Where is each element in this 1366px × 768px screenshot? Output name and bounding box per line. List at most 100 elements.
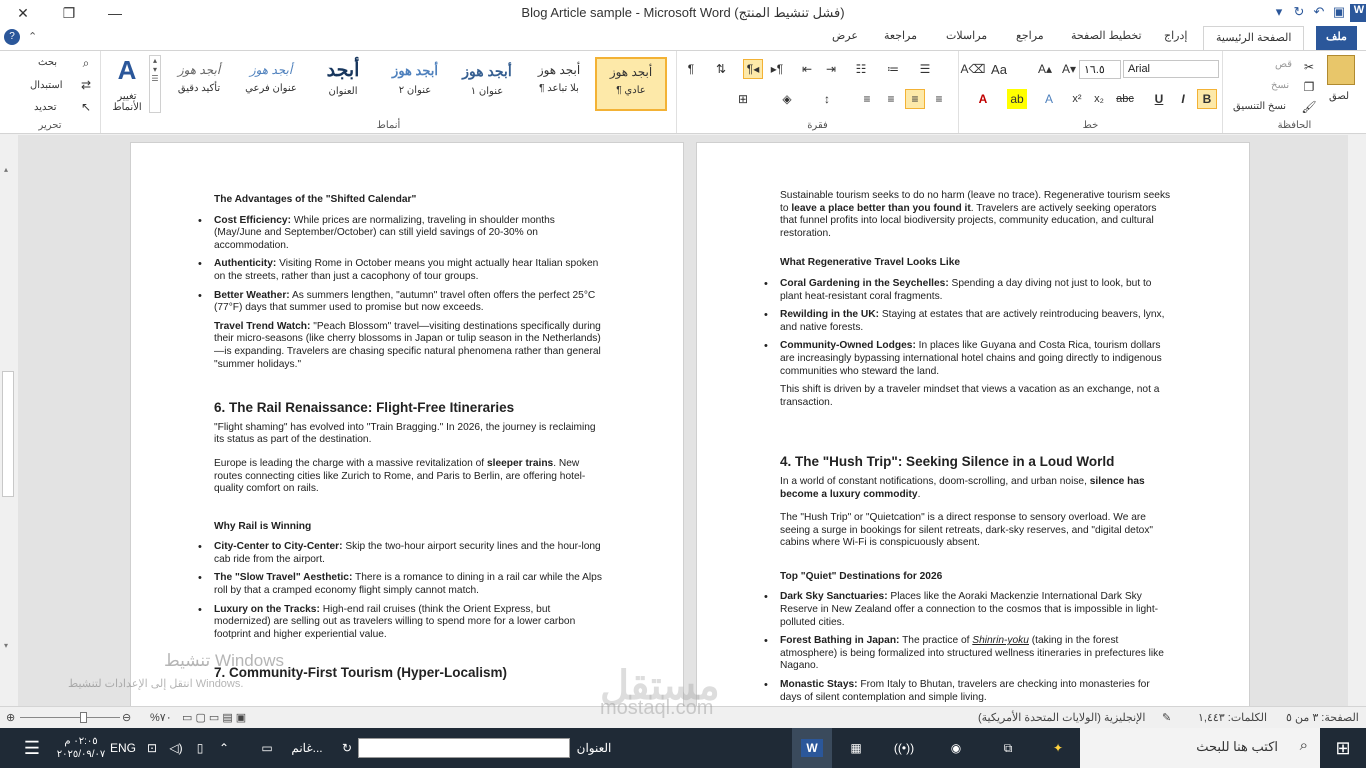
multilevel-list-icon[interactable]: ☷ bbox=[851, 59, 871, 79]
style-subtitle[interactable]: أبجد هوز عنوان فرعي bbox=[235, 57, 307, 111]
align-center-icon[interactable]: ≡ bbox=[905, 89, 925, 109]
redo-icon[interactable]: ↻ bbox=[1290, 4, 1308, 22]
replace-button[interactable]: استبدال bbox=[30, 80, 63, 91]
borders-icon[interactable]: ⊞ bbox=[733, 89, 753, 109]
format-painter-button[interactable]: نسخ التنسيق bbox=[1233, 101, 1286, 112]
network-icon[interactable]: ⊡ bbox=[140, 728, 164, 768]
tab-mailings[interactable]: مراسلات bbox=[946, 29, 987, 42]
bullets-icon[interactable]: ☰ bbox=[915, 59, 935, 79]
zoom-slider-thumb[interactable] bbox=[80, 712, 87, 723]
align-left-icon[interactable]: ≡ bbox=[881, 89, 901, 109]
taskbar-app-icon[interactable]: ▭ bbox=[252, 728, 282, 768]
strikethrough-icon[interactable]: abc bbox=[1115, 89, 1135, 109]
undo-icon[interactable]: ↶ bbox=[1310, 4, 1328, 22]
zoom-in-icon[interactable]: ⊕ bbox=[6, 711, 15, 724]
zoom-out-icon[interactable]: ⊖ bbox=[122, 711, 131, 724]
copy-icon[interactable]: ❐ bbox=[1299, 77, 1319, 97]
taskbar-app-label[interactable]: غانم... bbox=[282, 728, 332, 768]
scissors-icon[interactable]: ✂ bbox=[1299, 57, 1319, 77]
task-view-icon[interactable]: ⧉ bbox=[988, 728, 1028, 768]
notifications-icon[interactable]: ☰ bbox=[10, 728, 54, 768]
highlight-icon[interactable]: ab bbox=[1007, 89, 1027, 109]
rtl-direction-icon[interactable]: ¶◂ bbox=[743, 59, 763, 79]
proofing-icon[interactable]: ✎ bbox=[1162, 711, 1171, 724]
start-windows-icon[interactable]: ⊞ bbox=[1320, 728, 1366, 768]
style-heading-2[interactable]: أبجد هوز عنوان ٢ bbox=[379, 57, 451, 111]
superscript-icon[interactable]: x² bbox=[1067, 89, 1087, 109]
tab-references[interactable]: مراجع bbox=[1016, 29, 1044, 42]
language-indicator[interactable]: الإنجليزية (الولايات المتحدة الأمريكية) bbox=[978, 711, 1145, 724]
shrink-font-icon[interactable]: A▾ bbox=[1059, 59, 1079, 79]
justify-icon[interactable]: ≡ bbox=[857, 89, 877, 109]
language-indicator-taskbar[interactable]: ENG bbox=[108, 728, 138, 768]
show-hidden-icons-icon[interactable]: ⌃ bbox=[212, 728, 236, 768]
underline-icon[interactable]: U bbox=[1149, 89, 1169, 109]
word-taskbar-icon[interactable]: W bbox=[792, 728, 832, 768]
zoom-slider[interactable] bbox=[20, 717, 120, 718]
styles-scroll-icon[interactable]: ▴ ▾ ☰ bbox=[149, 55, 161, 113]
align-right-icon[interactable]: ≡ bbox=[929, 89, 949, 109]
zoom-level[interactable]: %٧٠ bbox=[150, 711, 172, 724]
subscript-icon[interactable]: x₂ bbox=[1089, 89, 1109, 109]
address-toolbar-input[interactable] bbox=[358, 738, 570, 758]
ltr-direction-icon[interactable]: ▸¶ bbox=[767, 59, 787, 79]
style-heading-1[interactable]: أبجد هوز عنوان ١ bbox=[451, 57, 523, 111]
scroll-up-icon[interactable]: ▴ bbox=[4, 165, 8, 174]
tab-file[interactable]: ملف bbox=[1316, 26, 1357, 50]
vertical-scroll-thumb[interactable] bbox=[2, 371, 14, 497]
bold-icon[interactable]: B bbox=[1197, 89, 1217, 109]
font-size-field[interactable]: ١٦.٥ bbox=[1079, 60, 1121, 79]
cut-button[interactable]: قص bbox=[1275, 59, 1292, 70]
tab-view[interactable]: عرض bbox=[832, 29, 858, 42]
page-indicator[interactable]: الصفحة: ٣ من ٥ bbox=[1286, 711, 1359, 724]
change-styles-icon[interactable]: A bbox=[107, 55, 147, 85]
sort-icon[interactable]: ⇅ bbox=[711, 59, 731, 79]
numbering-icon[interactable]: ≔ bbox=[883, 59, 903, 79]
clipboard-paste-icon[interactable] bbox=[1327, 55, 1355, 85]
paragraph-group-label: فقرة bbox=[807, 120, 828, 131]
copilot-icon[interactable]: ✦ bbox=[1040, 728, 1076, 768]
word-app-icon[interactable]: W bbox=[1350, 4, 1366, 22]
copy-button[interactable]: نسخ bbox=[1271, 80, 1289, 91]
show-marks-icon[interactable]: ¶ bbox=[681, 59, 701, 79]
font-name-field[interactable]: Arial bbox=[1123, 60, 1219, 78]
tab-review[interactable]: مراجعة bbox=[884, 29, 917, 42]
grow-font-icon[interactable]: A▴ bbox=[1035, 59, 1055, 79]
paste-button[interactable]: لصق bbox=[1329, 91, 1349, 102]
find-button[interactable]: بحث bbox=[38, 57, 57, 68]
italic-icon[interactable]: I bbox=[1173, 89, 1193, 109]
style-no-spacing[interactable]: أبجد هوز ¶ بلا تباعد bbox=[523, 57, 595, 111]
customize-qat-icon[interactable]: ▾ bbox=[1270, 4, 1288, 22]
clear-formatting-icon[interactable]: A⌫ bbox=[961, 59, 986, 79]
change-styles-button[interactable]: تغيير الأنماط bbox=[107, 91, 147, 113]
format-painter-icon[interactable]: 🖌 bbox=[1299, 97, 1319, 117]
save-icon[interactable]: ▣ bbox=[1330, 4, 1348, 22]
style-normal[interactable]: أبجد هوز ¶ عادي bbox=[595, 57, 667, 111]
word-count[interactable]: الكلمات: ١,٤٤٣ bbox=[1198, 711, 1267, 724]
wifi-taskbar-icon[interactable]: ((•)) bbox=[884, 728, 924, 768]
battery-icon[interactable]: ▯ bbox=[188, 728, 212, 768]
select-button[interactable]: تحديد bbox=[34, 102, 57, 113]
collapse-ribbon-icon[interactable]: ⌃ bbox=[28, 30, 37, 43]
decrease-indent-icon[interactable]: ⇤ bbox=[797, 59, 817, 79]
tab-insert[interactable]: إدراج bbox=[1164, 29, 1187, 42]
font-color-icon[interactable]: A bbox=[973, 89, 993, 109]
scroll-down-icon[interactable]: ▾ bbox=[4, 641, 8, 650]
help-icon[interactable]: ? bbox=[4, 29, 20, 45]
line-spacing-icon[interactable]: ↕ bbox=[817, 89, 837, 109]
style-subtle-emphasis[interactable]: أبجد هوز تأكيد دقيق bbox=[163, 57, 235, 111]
tab-home[interactable]: الصفحة الرئيسية bbox=[1203, 26, 1305, 51]
change-case-icon[interactable]: Aa bbox=[989, 59, 1009, 79]
refresh-icon[interactable]: ↻ bbox=[336, 728, 358, 768]
style-title[interactable]: أبجد العنوان bbox=[307, 57, 379, 111]
browser-taskbar-icon[interactable]: ◉ bbox=[936, 728, 976, 768]
search-box[interactable]: اكتب هنا للبحث ⌕ bbox=[1080, 728, 1320, 768]
shading-icon[interactable]: ◈ bbox=[777, 89, 797, 109]
clock[interactable]: ٠٢:٠٥ م ٢٠٢٥/٠٩/٠٧ bbox=[54, 728, 108, 768]
volume-icon[interactable]: ◁) bbox=[164, 728, 188, 768]
app-taskbar-icon[interactable]: ▦ bbox=[838, 728, 874, 768]
tab-page-layout[interactable]: تخطيط الصفحة bbox=[1071, 29, 1142, 42]
view-icons[interactable]: ▭ ▢ ▭ ▤ ▣ bbox=[182, 711, 246, 724]
text-effects-icon[interactable]: A bbox=[1039, 89, 1059, 109]
increase-indent-icon[interactable]: ⇥ bbox=[821, 59, 841, 79]
